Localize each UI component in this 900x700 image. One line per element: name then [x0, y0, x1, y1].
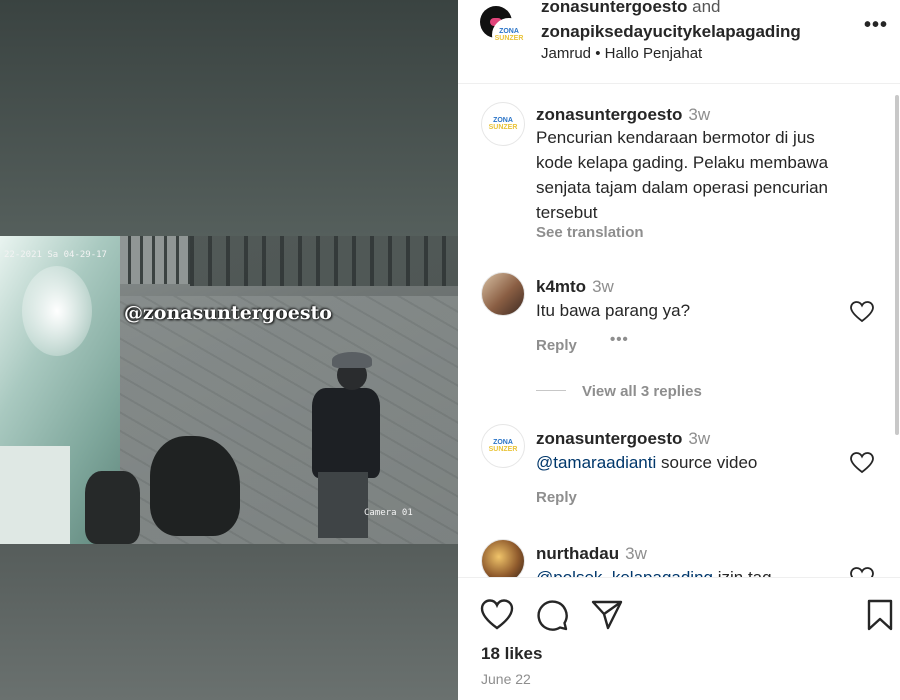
caption-author: zonasuntergoesto 3w [536, 105, 710, 125]
comment-username-link[interactable]: zonasuntergoesto [536, 429, 682, 448]
video-person-cap [332, 352, 372, 368]
replies-divider [536, 390, 566, 391]
more-options-button[interactable]: ••• [864, 14, 888, 37]
comment-icon[interactable] [535, 598, 569, 632]
avatar[interactable]: ZONA SUNZER [481, 424, 525, 468]
zonasunzer-logo-icon: ZONA SUNZER [494, 28, 524, 42]
heart-icon[interactable] [850, 452, 874, 474]
heart-icon[interactable] [850, 301, 874, 323]
comment-author: nurthadau 3w [536, 544, 647, 564]
video-scooter [150, 436, 240, 536]
post-actions: 18 likes June 22 [458, 577, 900, 700]
reply-button[interactable]: Reply [536, 489, 577, 506]
audio-title[interactable]: Hallo Penjahat [605, 45, 703, 62]
audio-artist[interactable]: Jamrud [541, 45, 591, 62]
likes-count[interactable]: 18 likes [481, 644, 542, 664]
mention-link[interactable]: @tamaraadianti [536, 453, 656, 472]
post-media[interactable]: 22-2021 Sa 04-29-17 @zonasuntergoesto Ca… [0, 0, 458, 700]
comment-text: Itu bawa parang ya? [536, 301, 691, 320]
audio-separator: • [595, 45, 601, 62]
caption-username-link[interactable]: zonasuntergoesto [536, 105, 682, 124]
video-person-legs [318, 472, 368, 538]
video-floor [90, 296, 458, 544]
video-fence [190, 236, 458, 286]
video-watermark: @zonasuntergoesto [124, 302, 332, 324]
video-motorbike-small [85, 471, 140, 544]
comment-author: k4mto 3w [536, 277, 614, 297]
video-light-glow [22, 266, 92, 356]
header-user2-link[interactable]: zonapiksedayucitykelapagading [541, 22, 801, 41]
comment-username-link[interactable]: k4mto [536, 277, 586, 296]
mention-link[interactable]: @polsek_kelapagading [536, 568, 713, 577]
header-and: and [692, 0, 721, 16]
bookmark-icon[interactable] [863, 598, 897, 632]
post-panel: ZONA SUNZER zonasuntergoesto and zonapiks… [458, 0, 900, 700]
comment-time[interactable]: 3w [688, 429, 710, 448]
comment-author: zonasuntergoesto 3w [536, 429, 710, 449]
share-icon[interactable] [590, 598, 624, 632]
heart-icon[interactable] [850, 567, 874, 577]
zonasunzer-logo-icon: ZONA SUNZER [488, 117, 518, 131]
avatar[interactable] [481, 539, 525, 577]
comments-scrollbar[interactable] [895, 95, 899, 435]
avatar[interactable] [481, 272, 525, 316]
header-users: zonasuntergoesto and zonapiksedayucityke… [541, 0, 801, 44]
audio-info[interactable]: Jamrud • Hallo Penjahat [541, 45, 702, 62]
comments-list[interactable]: ZONA SUNZER zonasuntergoesto 3w Pencurian … [458, 85, 900, 577]
media-letterbox-top [0, 0, 458, 236]
comment-more-button[interactable]: ••• [610, 331, 629, 348]
video-timestamp: 22-2021 Sa 04-29-17 [4, 250, 107, 260]
comment-time[interactable]: 3w [625, 544, 647, 563]
video-person-body [312, 388, 380, 478]
avatar[interactable]: ZONA SUNZER [492, 18, 526, 52]
view-replies-button[interactable]: View all 3 replies [582, 383, 702, 400]
caption-text: Pencurian kendaraan bermotor di jus kode… [536, 128, 829, 222]
caption-time[interactable]: 3w [688, 105, 710, 124]
zonasunzer-logo-icon: ZONA SUNZER [488, 439, 518, 453]
post-header: ZONA SUNZER zonasuntergoesto and zonapiks… [458, 0, 900, 84]
video-camera-label: Camera 01 [364, 508, 413, 518]
see-translation-link[interactable]: See translation [536, 224, 644, 241]
header-user1-link[interactable]: zonasuntergoesto [541, 0, 687, 16]
comment-text: @tamaraadianti source video [536, 453, 758, 472]
cctv-video[interactable]: 22-2021 Sa 04-29-17 @zonasuntergoesto Ca… [0, 236, 458, 544]
video-ledge [0, 446, 70, 544]
post-date[interactable]: June 22 [481, 671, 531, 687]
reply-button[interactable]: Reply [536, 337, 577, 354]
comment-text: @polsek_kelapagading izin tag [536, 565, 772, 577]
comment-time[interactable]: 3w [592, 277, 614, 296]
avatar[interactable]: ZONA SUNZER [481, 102, 525, 146]
media-letterbox-bottom [0, 544, 458, 700]
comment-username-link[interactable]: nurthadau [536, 544, 619, 563]
heart-icon[interactable] [480, 598, 514, 632]
header-avatars[interactable]: ZONA SUNZER [480, 6, 526, 52]
